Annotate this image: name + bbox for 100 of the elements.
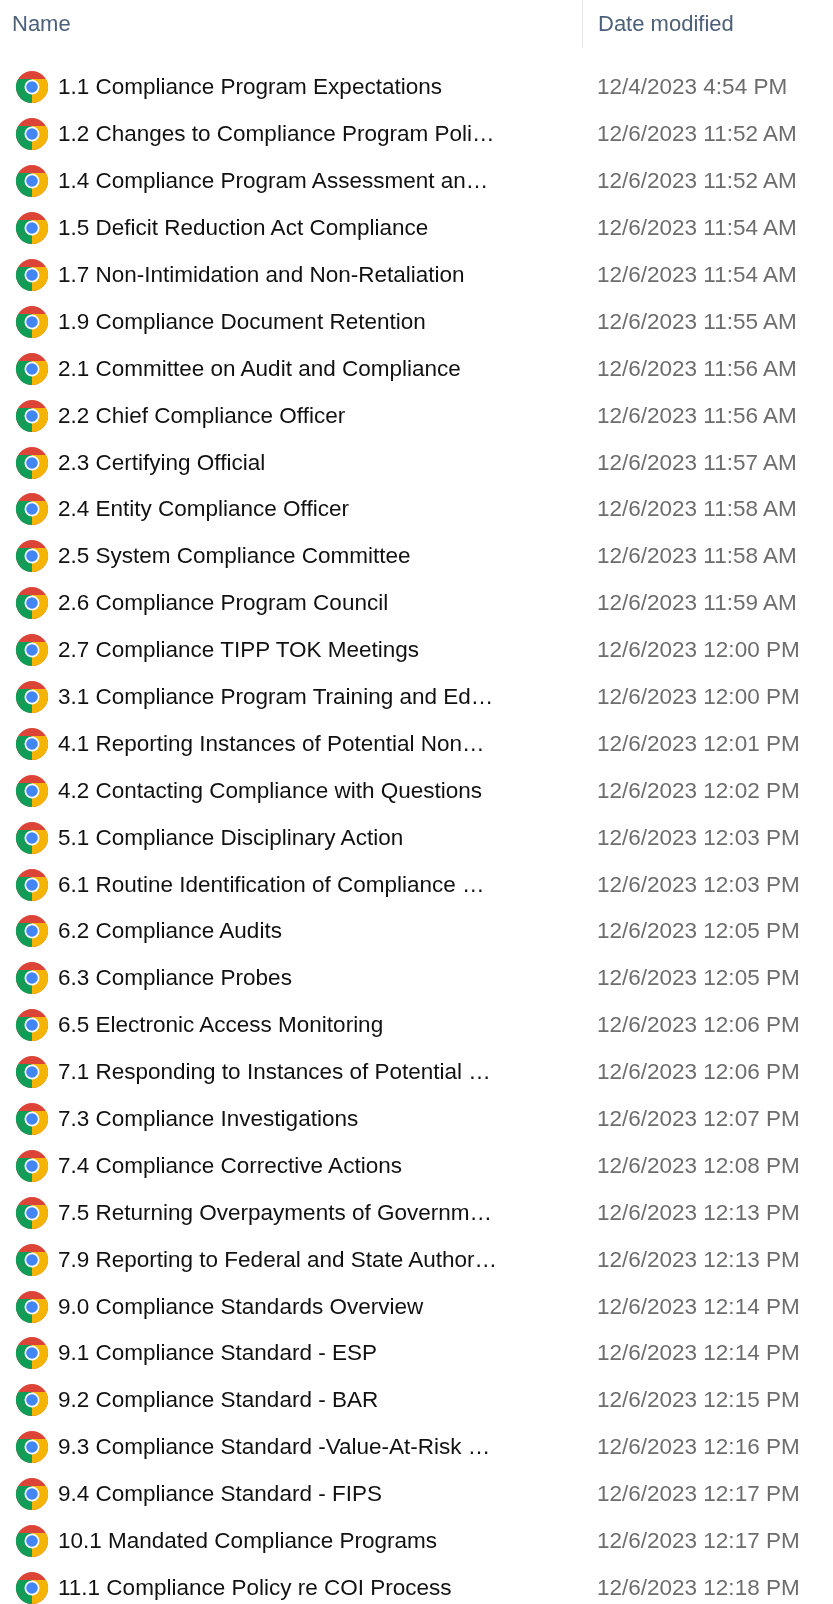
file-icon (15, 1289, 49, 1324)
file-name[interactable]: 2.6 Compliance Program Council (58, 590, 389, 617)
date-modified: 12/6/2023 12:03 PM (597, 871, 801, 898)
date-modified: 12/6/2023 12:16 PM (597, 1434, 801, 1461)
file-name[interactable]: 10.1 Mandated Compliance Programs (58, 1528, 437, 1555)
file-name[interactable]: 11.1 Compliance Policy re COI Process (58, 1574, 452, 1601)
date-modified: 12/6/2023 12:14 PM (597, 1340, 801, 1367)
date-modified: 12/6/2023 11:58 AM (597, 543, 798, 570)
date-modified: 12/6/2023 12:17 PM (597, 1528, 801, 1555)
file-icon (15, 1524, 49, 1559)
file-icon (15, 586, 49, 621)
date-modified: 12/6/2023 12:05 PM (597, 965, 801, 992)
date-modified: 12/6/2023 12:15 PM (597, 1387, 801, 1414)
file-name[interactable]: 2.4 Entity Compliance Officer (58, 496, 349, 523)
date-modified: 12/6/2023 11:58 AM (597, 496, 798, 523)
date-modified: 12/6/2023 12:05 PM (597, 918, 801, 945)
file-icon (15, 1148, 49, 1183)
file-icon (15, 70, 49, 105)
date-modified: 12/6/2023 12:14 PM (597, 1293, 801, 1320)
file-name[interactable]: 9.2 Compliance Standard - BAR (58, 1387, 379, 1414)
date-modified: 12/6/2023 12:03 PM (597, 824, 801, 851)
file-icon (15, 398, 49, 433)
date-modified: 12/6/2023 12:13 PM (597, 1246, 801, 1273)
file-icon (15, 914, 49, 949)
file-icon (15, 539, 49, 574)
file-name[interactable]: 2.2 Chief Compliance Officer (58, 402, 346, 429)
file-name[interactable]: 9.3 Compliance Standard -Value-At-Risk … (58, 1434, 491, 1461)
date-modified: 12/6/2023 12:00 PM (597, 637, 801, 664)
file-name[interactable]: 9.1 Compliance Standard - ESP (58, 1340, 377, 1367)
file-name[interactable]: 5.1 Compliance Disciplinary Action (58, 824, 404, 851)
file-name[interactable]: 6.1 Routine Identification of Compliance … (58, 871, 485, 898)
file-icon (15, 680, 49, 714)
date-modified: 12/6/2023 11:52 AM (597, 121, 798, 148)
file-name[interactable]: 4.1 Reporting Instances of Potential Non… (58, 730, 485, 757)
file-icon (15, 258, 49, 292)
file-name[interactable]: 1.7 Non-Intimidation and Non-Retaliation (58, 262, 465, 288)
file-name[interactable]: 2.5 System Compliance Committee (58, 543, 411, 570)
file-icon (15, 773, 49, 808)
date-modified: 12/6/2023 11:52 AM (597, 168, 798, 195)
date-modified: 12/6/2023 11:59 AM (597, 590, 798, 617)
file-icon (15, 961, 49, 996)
file-name[interactable]: 4.2 Contacting Compliance with Questions (58, 777, 482, 804)
file-icon (15, 1055, 49, 1090)
date-modified: 12/6/2023 11:54 AM (597, 262, 798, 288)
file-icon (15, 1242, 49, 1277)
date-modified: 12/6/2023 12:18 PM (597, 1574, 801, 1601)
date-modified: 12/6/2023 12:13 PM (597, 1199, 801, 1226)
file-name[interactable]: 6.2 Compliance Audits (58, 918, 282, 945)
file-icon (15, 304, 49, 339)
date-modified: 12/4/2023 4:54 PM (597, 74, 789, 101)
file-icon (15, 633, 49, 668)
date-modified: 12/6/2023 12:08 PM (597, 1152, 801, 1179)
file-icon (15, 117, 49, 152)
file-name[interactable]: 9.0 Compliance Standards Overview (58, 1293, 424, 1320)
file-name[interactable]: 1.5 Deficit Reduction Act Compliance (58, 215, 429, 242)
file-name[interactable]: 6.3 Compliance Probes (58, 965, 292, 992)
date-modified: 12/6/2023 12:07 PM (597, 1106, 801, 1133)
date-modified: 12/6/2023 12:06 PM (597, 1059, 801, 1086)
file-name[interactable]: 1.9 Compliance Document Retention (58, 308, 426, 335)
file-name[interactable]: 9.4 Compliance Standard - FIPS (58, 1481, 382, 1508)
file-name[interactable]: 7.1 Responding to Instances of Potential … (58, 1059, 491, 1086)
file-name[interactable]: 7.5 Returning Overpayments of Governm… (58, 1199, 492, 1226)
date-modified: 12/6/2023 12:00 PM (597, 684, 801, 710)
file-name[interactable]: 1.2 Changes to Compliance Program Poli… (58, 121, 495, 148)
file-name[interactable]: 7.9 Reporting to Federal and State Author… (58, 1246, 498, 1273)
date-modified: 12/6/2023 12:02 PM (597, 777, 801, 804)
date-modified: 12/6/2023 12:17 PM (597, 1481, 801, 1508)
file-icon (15, 351, 49, 386)
file-icon (15, 164, 49, 199)
date-modified: 12/6/2023 12:06 PM (597, 1012, 801, 1039)
file-icon (15, 1477, 49, 1512)
file-icon (15, 867, 49, 902)
file-icon (15, 1008, 49, 1043)
file-name[interactable]: 3.1 Compliance Program Training and Ed… (58, 684, 494, 710)
file-name[interactable]: 7.4 Compliance Corrective Actions (58, 1152, 402, 1179)
date-modified: 12/6/2023 11:56 AM (597, 402, 798, 429)
file-icon (15, 1195, 49, 1230)
file-name[interactable]: 1.1 Compliance Program Expectations (58, 74, 442, 101)
file-name[interactable]: 1.4 Compliance Program Assessment an… (58, 168, 489, 195)
file-icon (15, 1383, 49, 1418)
file-icon (15, 492, 49, 527)
file-icon (15, 445, 49, 480)
date-modified: 12/6/2023 11:56 AM (597, 355, 798, 382)
file-name[interactable]: 2.3 Certifying Official (58, 449, 266, 476)
file-icon (15, 1430, 49, 1465)
file-icon (15, 1336, 49, 1371)
date-modified: 12/6/2023 11:57 AM (597, 449, 798, 476)
file-icon (15, 1102, 49, 1137)
file-name[interactable]: 2.7 Compliance TIPP TOK Meetings (58, 637, 420, 664)
column-header[interactable]: Date modified (598, 11, 734, 37)
file-name[interactable]: 6.5 Electronic Access Monitoring (58, 1012, 384, 1039)
file-icon (15, 820, 49, 855)
file-name[interactable]: 7.3 Compliance Investigations (58, 1106, 359, 1133)
column-header[interactable]: Name (12, 11, 71, 37)
date-modified: 12/6/2023 12:01 PM (597, 730, 801, 757)
file-name[interactable]: 2.1 Committee on Audit and Compliance (58, 355, 461, 382)
file-icon (15, 726, 49, 761)
date-modified: 12/6/2023 11:55 AM (597, 308, 798, 335)
date-modified: 12/6/2023 11:54 AM (597, 215, 798, 242)
file-icon (15, 211, 49, 246)
